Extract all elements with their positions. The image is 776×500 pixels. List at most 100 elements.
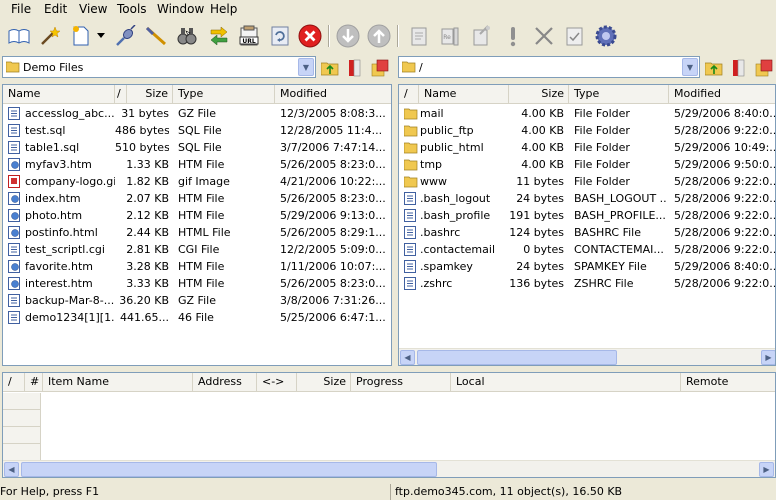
rename-icon[interactable]: Re: [437, 23, 463, 49]
binoculars-icon[interactable]: [174, 23, 200, 49]
open-book-icon[interactable]: [6, 23, 32, 49]
file-name: demo1234[1][1...: [25, 311, 115, 324]
queue-horizontal-scrollbar[interactable]: ◀ ▶: [3, 460, 775, 477]
scroll-left-icon[interactable]: ◀: [400, 350, 415, 365]
col-size[interactable]: Size: [297, 373, 351, 391]
file-row[interactable]: .zshrc 136 bytes ZSHRC File 5/28/2006 9:22:…: [399, 275, 775, 292]
file-row[interactable]: test_scriptl.cgi 2.81 KB CGI File 12/2/2005…: [3, 241, 391, 258]
file-row[interactable]: demo1234[1][1... 441.65... 46 File 5/25/200…: [3, 309, 391, 326]
col-item-name[interactable]: Item Name: [43, 373, 193, 391]
transfer-queue[interactable]: / # Item Name Address <-> Size Progress …: [2, 372, 776, 478]
up-folder-icon[interactable]: [320, 58, 340, 78]
file-row[interactable]: index.htm 2.07 KB HTM File 5/26/2005 8:23:0…: [3, 190, 391, 207]
col-type[interactable]: Type: [569, 85, 669, 103]
file-size: 2.44 KB: [126, 226, 169, 239]
file-row[interactable]: .bashrc 124 bytes BASHRC File 5/28/2006 9:2…: [399, 224, 775, 241]
file-row[interactable]: .spamkey 24 bytes SPAMKEY File 5/29/2006 8:…: [399, 258, 775, 275]
connect-icon[interactable]: [113, 23, 139, 49]
url-icon[interactable]: URL: [236, 23, 262, 49]
scroll-thumb[interactable]: [417, 350, 617, 365]
menu-help[interactable]: Help: [210, 2, 237, 16]
local-path-combo[interactable]: Demo Files ▼: [2, 56, 316, 78]
file-modified: 5/26/2005 8:23:0...: [280, 192, 386, 205]
properties-icon[interactable]: [406, 23, 432, 49]
new-file-icon[interactable]: [68, 23, 94, 49]
file-row[interactable]: .contactemail 0 bytes CONTACTEMAI... 5/28/2…: [399, 241, 775, 258]
col-direction[interactable]: <->: [257, 373, 297, 391]
stop-icon[interactable]: [297, 23, 323, 49]
file-row[interactable]: backup-Mar-8-... 36.20 KB GZ File 3/8/2006 …: [3, 292, 391, 309]
file-row[interactable]: postinfo.html 2.44 KB HTML File 5/26/2005 8…: [3, 224, 391, 241]
col-type[interactable]: Type: [173, 85, 275, 103]
settings-gear-icon[interactable]: [593, 23, 619, 49]
col-size[interactable]: Size: [509, 85, 569, 103]
delete-icon[interactable]: [531, 23, 557, 49]
file-row[interactable]: table1.sql 510 bytes SQL File 3/7/2006 7:47…: [3, 139, 391, 156]
disconnect-icon[interactable]: [143, 23, 169, 49]
dropdown-arrow-icon[interactable]: [94, 23, 108, 49]
remote-path-combo[interactable]: / ▼: [398, 56, 700, 78]
file-row[interactable]: accesslog_abc... 31 bytes GZ File 12/3/2005…: [3, 105, 391, 122]
scroll-left-icon[interactable]: ◀: [4, 462, 19, 477]
file-size: 3.28 KB: [126, 260, 169, 273]
menu-view[interactable]: View: [79, 2, 107, 16]
col-number[interactable]: #: [25, 373, 43, 391]
magic-wand-icon[interactable]: [37, 23, 63, 49]
file-row[interactable]: .bash_logout 24 bytes BASH_LOGOUT ... 5/28/…: [399, 190, 775, 207]
file-size: 0 bytes: [523, 243, 564, 256]
col-modified[interactable]: Modified: [275, 85, 391, 103]
down-arrow-icon[interactable]: [335, 23, 361, 49]
refresh-icon[interactable]: [267, 23, 293, 49]
file-name: myfav3.htm: [25, 158, 92, 171]
file-row[interactable]: test.sql 486 bytes SQL File 12/28/2005 11:4…: [3, 122, 391, 139]
file-row[interactable]: myfav3.htm 1.33 KB HTM File 5/26/2005 8:23:…: [3, 156, 391, 173]
sync-folder-icon[interactable]: [370, 58, 390, 78]
file-name: photo.htm: [25, 209, 83, 222]
file-row[interactable]: tmp 4.00 KB File Folder 5/29/2006 9:50:0...: [399, 156, 775, 173]
local-file-list[interactable]: Name / Size Type Modified accesslog_abc.…: [2, 84, 392, 366]
file-row[interactable]: mail 4.00 KB File Folder 5/29/2006 8:40:0..…: [399, 105, 775, 122]
col-address[interactable]: Address: [193, 373, 257, 391]
file-modified: 12/28/2005 11:4...: [280, 124, 383, 137]
remote-horizontal-scrollbar[interactable]: ◀ ▶: [399, 348, 775, 365]
menu-file[interactable]: File: [11, 2, 31, 16]
scroll-right-icon[interactable]: ▶: [759, 462, 774, 477]
remote-file-list[interactable]: / Name Size Type Modified mail 4.00 KB Fil…: [398, 84, 776, 366]
menu-window[interactable]: Window: [157, 2, 204, 16]
col-size[interactable]: Size: [127, 85, 173, 103]
col-modified[interactable]: Modified: [669, 85, 775, 103]
up-folder-icon[interactable]: [704, 58, 724, 78]
col-name[interactable]: Name: [3, 85, 115, 103]
up-arrow-icon[interactable]: [366, 23, 392, 49]
file-row[interactable]: favorite.htm 3.28 KB HTM File 1/11/2006 10:…: [3, 258, 391, 275]
file-row[interactable]: company-logo.gif 1.82 KB gif Image 4/21/200…: [3, 173, 391, 190]
file-row[interactable]: public_html 4.00 KB File Folder 5/29/2006 1…: [399, 139, 775, 156]
file-row[interactable]: public_ftp 4.00 KB File Folder 5/28/2006 9:…: [399, 122, 775, 139]
menu-edit[interactable]: Edit: [44, 2, 67, 16]
transfer-icon[interactable]: [206, 23, 232, 49]
bookmark-icon[interactable]: [729, 58, 749, 78]
col-local[interactable]: Local: [451, 373, 681, 391]
bookmark-icon[interactable]: [345, 58, 365, 78]
col-remote[interactable]: Remote: [681, 373, 775, 391]
menu-tools[interactable]: Tools: [117, 2, 147, 16]
file-row[interactable]: interest.htm 3.33 KB HTM File 5/26/2005 8:2…: [3, 275, 391, 292]
checklist-icon[interactable]: [562, 23, 588, 49]
file-modified: 5/28/2006 9:22:0...: [674, 192, 776, 205]
file-type: File Folder: [574, 175, 630, 188]
exclamation-icon[interactable]: [500, 23, 526, 49]
col-name[interactable]: Name: [419, 85, 509, 103]
chevron-down-icon[interactable]: ▼: [682, 58, 698, 76]
file-type: SQL File: [178, 124, 222, 137]
file-row[interactable]: .bash_profile 191 bytes BASH_PROFILE... 5/2…: [399, 207, 775, 224]
chevron-down-icon[interactable]: ▼: [298, 58, 314, 76]
file-row[interactable]: www 11 bytes File Folder 5/28/2006 9:22:0..…: [399, 173, 775, 190]
col-progress[interactable]: Progress: [351, 373, 451, 391]
scroll-right-icon[interactable]: ▶: [761, 350, 775, 365]
file-name: public_html: [420, 141, 484, 154]
scroll-thumb[interactable]: [21, 462, 437, 477]
sync-folder-icon[interactable]: [754, 58, 774, 78]
file-size: 124 bytes: [509, 226, 564, 239]
new-folder-icon[interactable]: [468, 23, 494, 49]
file-row[interactable]: photo.htm 2.12 KB HTM File 5/29/2006 9:13:0…: [3, 207, 391, 224]
